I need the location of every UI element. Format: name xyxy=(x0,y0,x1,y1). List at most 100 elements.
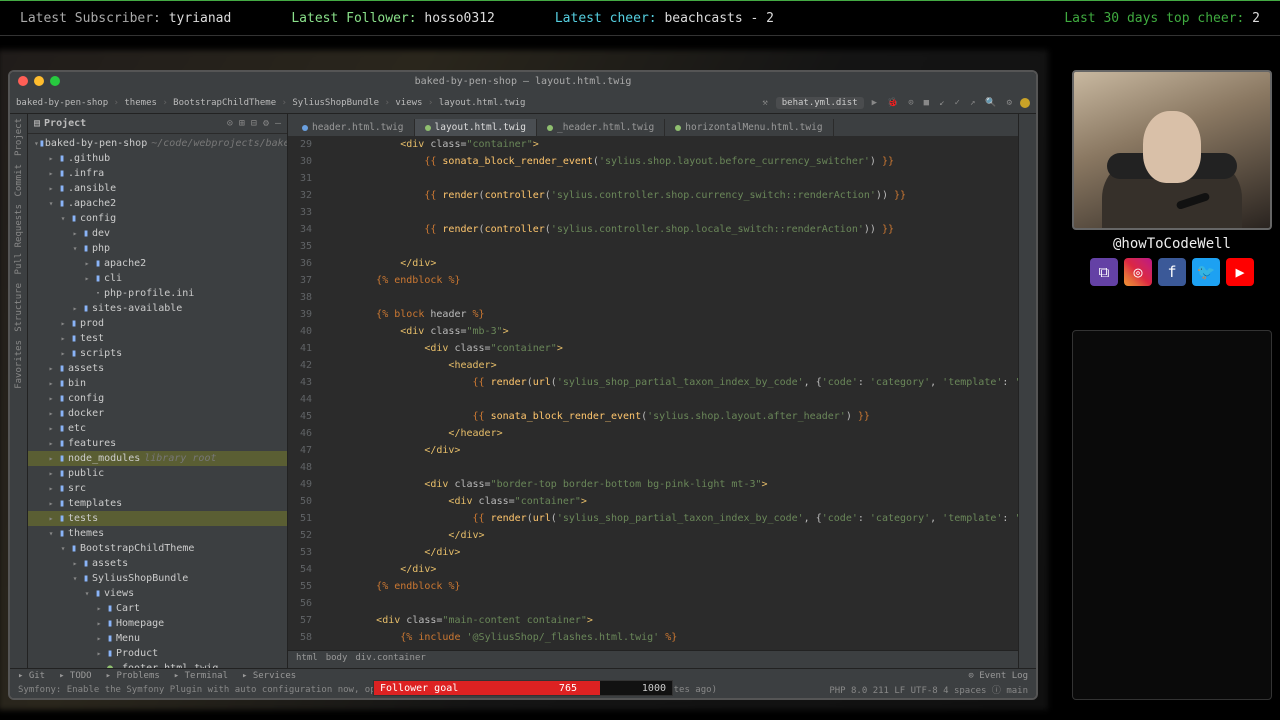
project-panel: ▤ Project ⊙ ⊞ ⊟ ⚙ — ▾ ▮ baked-by-pen-sho… xyxy=(28,114,288,668)
select-opened-icon[interactable]: ⊙ xyxy=(227,118,233,129)
breadcrumb-item[interactable]: BootstrapChildTheme xyxy=(173,98,292,108)
hide-icon[interactable]: — xyxy=(275,118,281,129)
tool-window-tab[interactable]: ▸ Git xyxy=(18,671,45,681)
tree-item[interactable]: ▸ ▮ Product xyxy=(28,646,287,661)
favorites-tool-tab[interactable]: Favorites xyxy=(14,340,24,389)
maximize-icon[interactable] xyxy=(50,76,60,86)
editor-tabs[interactable]: header.html.twiglayout.html.twig_header.… xyxy=(288,114,1018,136)
settings-icon[interactable]: ⚙ xyxy=(1005,98,1014,108)
breadcrumb-item[interactable]: baked-by-pen-shop xyxy=(16,98,124,108)
code-crumb[interactable]: body xyxy=(326,653,348,666)
facebook-icon[interactable]: f xyxy=(1158,258,1186,286)
editor-tab[interactable]: layout.html.twig xyxy=(415,119,538,136)
coverage-icon[interactable]: ⊙ xyxy=(906,98,915,108)
tree-item[interactable]: ▸ ▮ public xyxy=(28,466,287,481)
tool-window-tab[interactable]: ▸ Terminal xyxy=(174,671,228,681)
tree-item[interactable]: ▾ ▮ config xyxy=(28,211,287,226)
tree-item[interactable]: ▾ ▮ SyliusShopBundle xyxy=(28,571,287,586)
git-push-icon[interactable]: ↗ xyxy=(968,98,977,108)
breadcrumb-item[interactable]: themes xyxy=(124,98,173,108)
tree-item[interactable]: ▾ ▮ baked-by-pen-shop~/code/webprojects/… xyxy=(28,136,287,151)
pull-requests-tool-tab[interactable]: Pull Requests xyxy=(14,204,24,274)
tree-item[interactable]: ▸ ▮ src xyxy=(28,481,287,496)
project-tool-tab[interactable]: Project xyxy=(14,118,24,156)
breadcrumb-item[interactable]: layout.html.twig xyxy=(439,98,526,108)
editor-tab[interactable]: _header.html.twig xyxy=(537,119,665,136)
code-lines[interactable]: <div class="container"> {{ sonata_block_… xyxy=(320,136,1018,650)
tree-item[interactable]: ▸ ▮ docker xyxy=(28,406,287,421)
tree-item[interactable]: ▸ ▮ Homepage xyxy=(28,616,287,631)
notifications-icon[interactable] xyxy=(1020,98,1030,108)
folder-icon: ▮ xyxy=(104,603,116,614)
tree-item[interactable]: ▸ ▮ etc xyxy=(28,421,287,436)
twitch-icon[interactable]: ⧉ xyxy=(1090,258,1118,286)
twitter-icon[interactable]: 🐦 xyxy=(1192,258,1220,286)
tree-item[interactable]: ▸ ▮ scripts xyxy=(28,346,287,361)
run-icon[interactable]: ▶ xyxy=(870,98,879,108)
folder-icon: ▮ xyxy=(92,273,104,284)
tree-item[interactable]: ▸ ▮ features xyxy=(28,436,287,451)
tree-item[interactable]: ▸ ▮ .infra xyxy=(28,166,287,181)
tree-item[interactable]: ▸ ▮ Cart xyxy=(28,601,287,616)
settings-icon[interactable]: ⚙ xyxy=(263,118,269,129)
tree-item[interactable]: ▸ ▮ tests xyxy=(28,511,287,526)
code-crumb[interactable]: html xyxy=(296,653,318,666)
tool-window-tab[interactable]: ▸ Problems xyxy=(106,671,160,681)
tree-item[interactable]: ▾ ▮ views xyxy=(28,586,287,601)
tree-item[interactable]: ▾ ▮ php xyxy=(28,241,287,256)
tree-item[interactable]: ▾ ▮ BootstrapChildTheme xyxy=(28,541,287,556)
window-controls[interactable] xyxy=(18,76,60,86)
tree-item[interactable]: ▸ ▮ test xyxy=(28,331,287,346)
tree-item[interactable]: · php-profile.ini xyxy=(28,286,287,301)
tree-item[interactable]: ▸ ▮ sites-available xyxy=(28,301,287,316)
tree-item[interactable]: ▸ ▮ cli xyxy=(28,271,287,286)
tree-item[interactable]: ▸ ▮ .ansible xyxy=(28,181,287,196)
breadcrumb-item[interactable]: SyliusShopBundle xyxy=(292,98,395,108)
tree-item[interactable]: ▸ ▮ prod xyxy=(28,316,287,331)
youtube-icon[interactable]: ▶ xyxy=(1226,258,1254,286)
left-tool-strip[interactable]: Project Commit Pull Requests Structure F… xyxy=(10,114,28,668)
tool-window-tab[interactable]: ▸ Services xyxy=(242,671,296,681)
tree-item[interactable]: ▸ ▮ node_moduleslibrary root xyxy=(28,451,287,466)
expand-all-icon[interactable]: ⊞ xyxy=(239,118,245,129)
editor-tab[interactable]: header.html.twig xyxy=(292,119,415,136)
tree-item[interactable]: ▸ ▮ Menu xyxy=(28,631,287,646)
debug-icon[interactable]: 🐞 xyxy=(885,98,900,108)
status-right: PHP 8.0 211 LF UTF-8 4 spaces ⓘ main xyxy=(829,683,1028,696)
tree-item[interactable]: ▸ ▮ bin xyxy=(28,376,287,391)
project-title[interactable]: Project xyxy=(44,118,86,129)
tree-item[interactable]: ▸ ▮ dev xyxy=(28,226,287,241)
tree-item[interactable]: ▸ ▮ .github xyxy=(28,151,287,166)
editor-tab[interactable]: horizontalMenu.html.twig xyxy=(665,119,833,136)
close-icon[interactable] xyxy=(18,76,28,86)
breadcrumb-item[interactable]: views xyxy=(395,98,438,108)
hammer-icon[interactable]: ⚒ xyxy=(760,98,769,108)
project-dropdown[interactable]: ▤ xyxy=(34,118,40,129)
git-commit-icon[interactable]: ✓ xyxy=(953,98,962,108)
minimize-icon[interactable] xyxy=(34,76,44,86)
structure-tool-tab[interactable]: Structure xyxy=(14,283,24,332)
search-icon[interactable]: 🔍 xyxy=(983,98,998,108)
tool-window-tab[interactable]: ▸ TODO xyxy=(59,671,92,681)
tree-item[interactable]: ▸ ▮ apache2 xyxy=(28,256,287,271)
tree-item[interactable]: ▸ ▮ config xyxy=(28,391,287,406)
code-crumb[interactable]: div.container xyxy=(355,653,425,666)
event-log-link[interactable]: ⊙ Event Log xyxy=(968,671,1028,681)
right-tool-strip[interactable] xyxy=(1018,114,1036,668)
breadcrumb-bar[interactable]: html body div.container xyxy=(288,650,1018,668)
git-pull-icon[interactable]: ↙ xyxy=(937,98,946,108)
tree-item[interactable]: ▸ ▮ assets xyxy=(28,556,287,571)
collapse-all-icon[interactable]: ⊟ xyxy=(251,118,257,129)
code-editor[interactable]: 29 30 31 32 33 34 35 36 37 38 39 40 41 4… xyxy=(288,136,1018,650)
tree-item[interactable]: ▾ ▮ .apache2 xyxy=(28,196,287,211)
tree-item[interactable]: ▾ ▮ themes xyxy=(28,526,287,541)
tree-item[interactable]: ▸ ▮ templates xyxy=(28,496,287,511)
stop-icon[interactable]: ■ xyxy=(922,98,931,108)
commit-tool-tab[interactable]: Commit xyxy=(14,164,24,197)
tree-item[interactable]: ▸ ▮ assets xyxy=(28,361,287,376)
tree-item[interactable]: ● _footer.html.twig xyxy=(28,661,287,668)
instagram-icon[interactable]: ◎ xyxy=(1124,258,1152,286)
project-tree[interactable]: ▾ ▮ baked-by-pen-shop~/code/webprojects/… xyxy=(28,134,287,668)
ticker-latest-follower: Latest Follower: hosso0312 xyxy=(291,11,495,26)
run-config-selector[interactable]: behat.yml.dist xyxy=(776,97,864,109)
